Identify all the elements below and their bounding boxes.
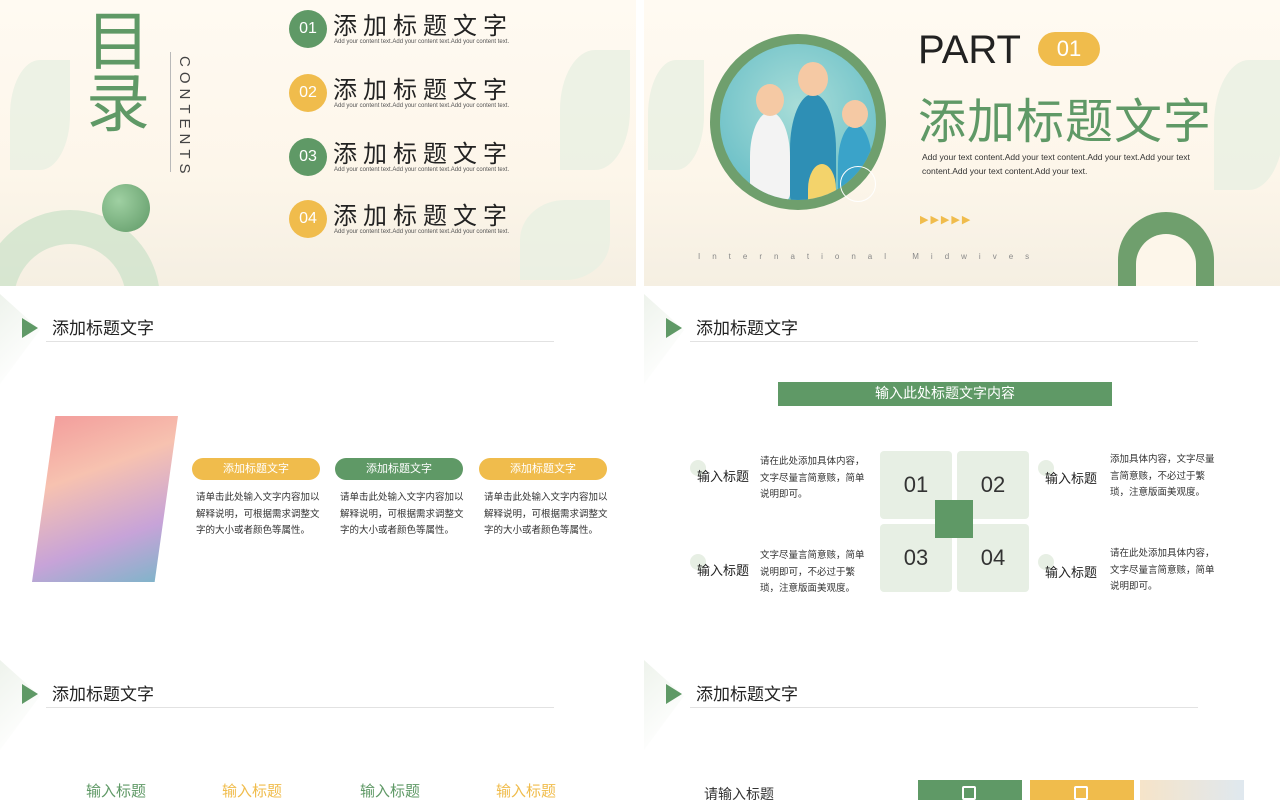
header-shade [644,294,684,384]
header-divider [690,341,1198,342]
figure-icon [756,84,784,116]
photo-placeholder [1140,780,1244,800]
column-text: 请单击此处输入文字内容加以解释说明，可根据需求调整文字的大小或者颜色等属性。 [340,492,464,536]
header-shade [644,660,684,750]
column-label: 输入标题 [360,782,421,800]
toc-number-badge: 02 [289,74,327,112]
block-label: 输入标题 [697,470,750,485]
figure-icon [750,112,790,200]
slide-contents[interactable]: 目录 CONTENTS 01 添加标题文字 Add your content t… [0,0,636,286]
toc-title: 添加标题文字 [333,140,513,168]
slide-header-title: 添加标题文字 [696,685,798,705]
column-label: 输入标题 [496,782,557,800]
leaf-decoration [648,60,704,170]
slide-header-title: 添加标题文字 [52,685,154,705]
toc-title: 添加标题文字 [333,202,513,230]
toc-number-badge: 04 [289,200,327,238]
arrows-decoration: ▶▶▶▶▶ [920,213,973,226]
contents-title-cn: 目录 [86,6,152,142]
input-title-label: 请输入标题 [704,787,774,800]
toc-subtitle: Add your content text.Add your content t… [334,39,510,45]
slide-three-columns[interactable]: 添加标题文字 添加标题文字 请单击此处输入文字内容加以解释说明，可根据需求调整文… [0,294,636,652]
footer-text: International Midwives [698,252,1042,261]
part-number-badge: 01 [1038,32,1100,66]
column-pill: 添加标题文字 [479,458,607,480]
triangle-icon [22,318,38,338]
column-label: 输入标题 [222,782,283,800]
ring-decoration [840,166,876,202]
part-label: PART [918,28,1021,72]
header-divider [46,341,554,342]
toc-number-badge: 01 [289,10,327,48]
column-text: 请单击此处输入文字内容加以解释说明，可根据需求调整文字的大小或者颜色等属性。 [196,492,320,536]
column-pill: 添加标题文字 [335,458,463,480]
copy-icon [1074,786,1088,800]
copy-icon [962,786,976,800]
slide-part-title[interactable]: PART 01 添加标题文字 Add your text content.Add… [644,0,1280,286]
toc-subtitle: Add your content text.Add your content t… [334,229,510,235]
quadrant-center [935,500,973,538]
leaf-decoration [1214,60,1280,190]
doctor-illustration [32,416,178,582]
ball-decoration [102,184,150,232]
header-shade [0,660,40,750]
toc-item[interactable]: 01 添加标题文字 Add your content text.Add your… [289,6,619,50]
toc-number-badge: 03 [289,138,327,176]
block-label: 输入标题 [1045,472,1098,487]
block-text: 文字尽量言简意赅，简单说明即可，不必过于繁琐，注意版面美观度。 [760,550,865,594]
toc-item[interactable]: 02 添加标题文字 Add your content text.Add your… [289,70,619,114]
slide-four-quadrants[interactable]: 添加标题文字 输入此处标题文字内容 01 02 03 04 输入标题 请在此处添… [644,294,1280,652]
block-text: 请在此处添加具体内容，文字尽量言简意赅，简单说明即可。 [760,456,865,500]
triangle-icon [666,684,682,704]
card-green [918,780,1022,800]
leaf-decoration [10,60,70,170]
header-divider [46,707,554,708]
section-description: Add your text content.Add your text cont… [922,152,1190,176]
block-text: 请在此处添加具体内容，文字尽量言简意赅，简单说明即可。 [1110,548,1215,592]
slide-labels[interactable]: 添加标题文字 输入标题 输入标题 输入标题 输入标题 [0,660,636,800]
figure-icon [842,100,868,128]
banner-title: 输入此处标题文字内容 [778,382,1112,406]
contents-title-en: CONTENTS [176,56,193,179]
header-divider [690,707,1198,708]
triangle-icon [666,318,682,338]
column-pill: 添加标题文字 [192,458,320,480]
toc-title: 添加标题文字 [333,12,513,40]
block-label: 输入标题 [697,564,750,579]
triangle-icon [22,684,38,704]
section-title: 添加标题文字 [918,94,1213,150]
header-shade [0,294,40,384]
column-text: 请单击此处输入文字内容加以解释说明，可根据需求调整文字的大小或者颜色等属性。 [484,492,608,536]
divider [170,52,171,172]
block-text: 添加具体内容，文字尽量言简意赅，不必过于繁琐，注意版面美观度。 [1110,454,1215,498]
block-label: 输入标题 [1045,566,1098,581]
toc-title: 添加标题文字 [333,76,513,104]
toc-item[interactable]: 04 添加标题文字 Add your content text.Add your… [289,196,619,240]
figure-icon [798,62,828,96]
toc-subtitle: Add your content text.Add your content t… [334,167,510,173]
column-label: 输入标题 [86,782,147,800]
toc-item[interactable]: 03 添加标题文字 Add your content text.Add your… [289,134,619,178]
slide-header-title: 添加标题文字 [52,319,154,339]
slide-cards[interactable]: 添加标题文字 请输入标题 [644,660,1280,800]
toc-subtitle: Add your content text.Add your content t… [334,103,510,109]
card-yellow [1030,780,1134,800]
slide-header-title: 添加标题文字 [696,319,798,339]
arch-decoration [1118,212,1214,286]
